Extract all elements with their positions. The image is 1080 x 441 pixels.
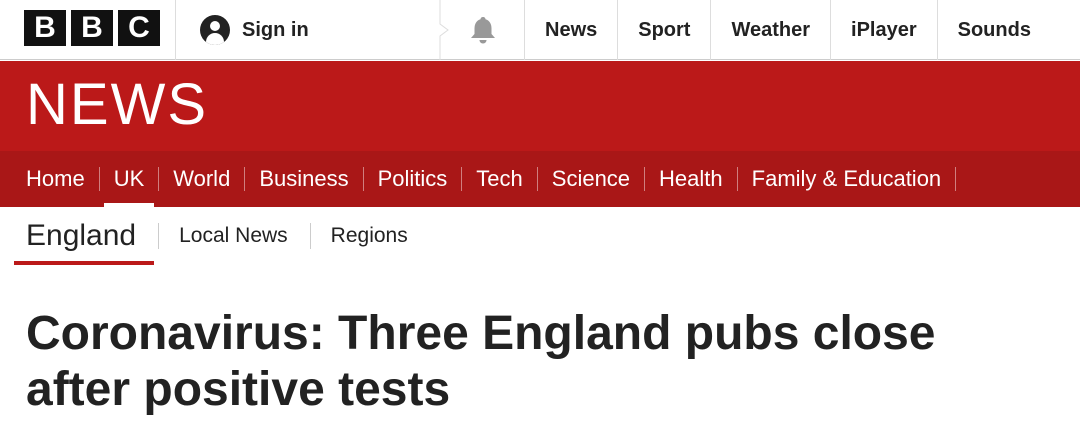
subnav-current-england[interactable]: England — [13, 207, 155, 265]
nav-divider — [955, 167, 957, 191]
subnav-divider — [158, 223, 160, 249]
nav-divider — [461, 167, 463, 191]
nav-divider — [736, 167, 738, 191]
news-banner: NEWS — [0, 61, 1080, 151]
nav-item-science[interactable]: Science — [552, 151, 630, 207]
subnav-divider — [309, 223, 311, 249]
bell-icon[interactable] — [460, 14, 506, 46]
nav-item-family-education[interactable]: Family & Education — [752, 151, 942, 207]
top-nav-links: News Sport Weather iPlayer Sounds — [524, 0, 1051, 60]
bell-icon-glyph — [471, 17, 495, 44]
top-link-news[interactable]: News — [524, 0, 617, 60]
nav-item-business[interactable]: Business — [259, 151, 348, 207]
bbc-logo-letter: C — [118, 10, 160, 46]
chevron-right-icon — [439, 0, 449, 60]
global-top-bar: B B C Sign in News Sport Weather iPlayer… — [0, 0, 1080, 60]
nav-divider — [644, 167, 646, 191]
top-link-sport[interactable]: Sport — [617, 0, 710, 60]
nav-item-health[interactable]: Health — [659, 151, 723, 207]
nav-divider — [98, 167, 100, 191]
nav-item-home[interactable]: Home — [26, 151, 85, 207]
subnav-link-local-news[interactable]: Local News — [179, 224, 288, 248]
nav-item-uk[interactable]: UK — [103, 151, 154, 207]
sign-in-label: Sign in — [242, 18, 309, 41]
bbc-logo-letter: B — [24, 10, 66, 46]
nav-item-tech[interactable]: Tech — [476, 151, 522, 207]
top-link-iplayer[interactable]: iPlayer — [830, 0, 937, 60]
nav-item-world[interactable]: World — [173, 151, 230, 207]
news-logo[interactable]: NEWS — [26, 76, 208, 134]
bbc-logo-letter: B — [71, 10, 113, 46]
nav-divider — [362, 167, 364, 191]
article-headline: Coronavirus: Three England pubs close af… — [26, 307, 936, 416]
top-link-weather[interactable]: Weather — [710, 0, 830, 60]
bbc-logo[interactable]: B B C — [24, 10, 160, 46]
user-icon — [200, 15, 230, 45]
section-nav: Home UK World Business Politics Tech Sci… — [0, 151, 1080, 207]
sign-in-button[interactable]: Sign in — [176, 0, 442, 60]
subnav-link-regions[interactable]: Regions — [331, 224, 408, 248]
nav-divider — [244, 167, 246, 191]
sub-nav: England Local News Regions — [0, 207, 1080, 265]
nav-item-politics[interactable]: Politics — [378, 151, 448, 207]
nav-divider — [536, 167, 538, 191]
nav-divider — [158, 167, 160, 191]
top-link-sounds[interactable]: Sounds — [936, 0, 1051, 60]
